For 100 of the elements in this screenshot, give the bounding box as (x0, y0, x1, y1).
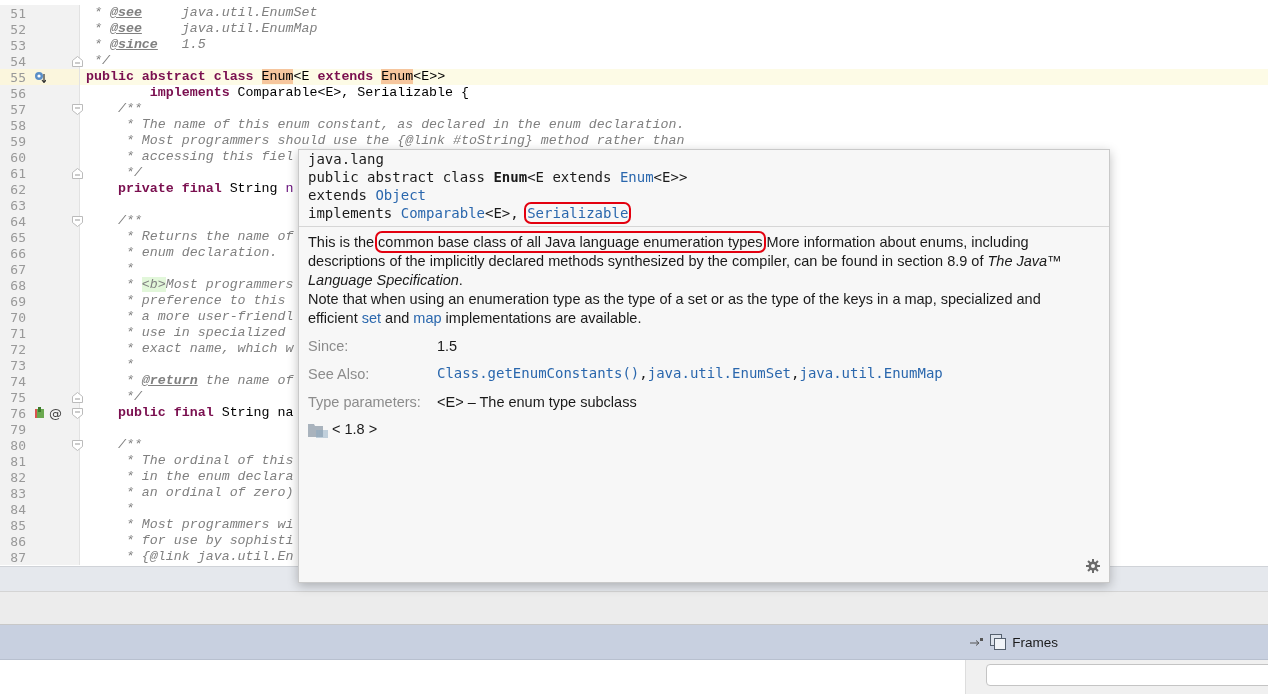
annotation-marker[interactable]: @ (49, 405, 62, 421)
code-line: * <b>Most programmers (124, 277, 294, 293)
field-label: See Also: (308, 365, 371, 384)
code-line: */ (124, 389, 142, 405)
fold-icon[interactable] (72, 104, 83, 115)
doc-link[interactable]: Object (375, 187, 426, 203)
line-number: 66 (9, 245, 26, 261)
doc-link[interactable]: Enum (619, 169, 654, 185)
line-number: 56 (9, 85, 26, 101)
line-number: 75 (9, 389, 26, 405)
code-line: * @since 1.5 (92, 37, 206, 53)
code-line: * The name of this enum constant, as declared in the enum declaration. (124, 117, 685, 133)
code-line: */ (124, 165, 142, 181)
doc-link[interactable]: java.util.EnumSet, (647, 365, 800, 384)
fold-icon[interactable] (72, 168, 83, 179)
panel-title: Frames (1012, 634, 1058, 650)
line-number: 74 (9, 373, 26, 389)
line-number: 84 (9, 501, 26, 517)
line-number: 76 (9, 405, 26, 421)
frames-icon[interactable] (990, 634, 1007, 650)
signature-line: extends Object (308, 186, 426, 204)
doc-link[interactable]: map (413, 310, 442, 326)
line-number: 61 (9, 165, 26, 181)
line-number: 52 (9, 21, 26, 37)
line-number: 68 (9, 277, 26, 293)
doc-link[interactable]: Serializable (527, 205, 629, 221)
code-line: * (124, 261, 134, 277)
fold-icon[interactable] (72, 392, 83, 403)
code-line: * enum declaration. (124, 245, 278, 261)
settings-icon[interactable] (1086, 559, 1100, 573)
doc-link[interactable]: Comparable (400, 205, 485, 221)
library-icon (308, 421, 328, 438)
line-number: 55 (9, 69, 26, 85)
line-number: 67 (9, 261, 26, 277)
line-number: 69 (9, 293, 26, 309)
fold-icon[interactable] (72, 440, 83, 451)
library-version: < 1.8 > (332, 420, 378, 439)
code-line: /** (116, 213, 142, 229)
implemented-method-icon[interactable] (34, 407, 45, 419)
line-number: 62 (9, 181, 26, 197)
line-number: 81 (9, 453, 26, 469)
code-line: * accessing this fiel (124, 149, 294, 165)
code-line: private final String n (116, 181, 294, 197)
code-line: * (124, 501, 134, 517)
code-line: * {@link java.util.En (124, 549, 294, 565)
code-line: * Most programmers wi (124, 517, 294, 533)
code-line: * an ordinal of zero) (124, 485, 294, 501)
code-line: * @see java.util.EnumSet (92, 5, 318, 21)
code-line: public final String na (116, 405, 294, 421)
line-number: 58 (9, 117, 26, 133)
line-number: 73 (9, 357, 26, 373)
field-value: 1.5 (437, 337, 458, 356)
line-number: 65 (9, 229, 26, 245)
field-label: Type parameters: (308, 393, 422, 412)
line-number: 72 (9, 341, 26, 357)
fold-icon[interactable] (72, 408, 83, 419)
code-line: * @see java.util.EnumMap (92, 21, 318, 37)
fold-icon[interactable] (72, 56, 83, 67)
search-field[interactable] (986, 664, 1268, 686)
line-number: 64 (9, 213, 26, 229)
overriding-method-icon[interactable] (34, 71, 46, 83)
signature-line: implements Comparable<E>, Serializable (308, 204, 629, 222)
code-line: * Most programmers should use the {@link #toString} method rather than (124, 133, 685, 149)
line-number: 53 (9, 37, 26, 53)
code-line: * Returns the name of (124, 229, 294, 245)
line-number: 70 (9, 309, 26, 325)
code-line: * preference to this (124, 293, 286, 309)
line-number: 85 (9, 517, 26, 533)
description-paragraph: This is the common base class of all Java language enumeration types More information about enums, including descriptions of the implicitly declared methods synthesized by the compiler, can be found in section 8.9 of The Java™ Language Specification. (308, 233, 1088, 290)
code-line: /** (116, 101, 142, 117)
line-number: 51 (9, 5, 26, 21)
field-value: <E> – The enum type subclass (437, 393, 637, 412)
code-line: * The ordinal of this (124, 453, 294, 469)
line-number: 71 (9, 325, 26, 341)
code-line: * a more user-friendl (124, 309, 294, 325)
line-number: 54 (9, 53, 26, 69)
line-number: 87 (9, 549, 26, 565)
code-line: /** (116, 437, 142, 453)
line-number: 80 (9, 437, 26, 453)
pin-icon[interactable] (970, 637, 985, 647)
doc-link[interactable]: set (361, 310, 382, 326)
code-line: * in the enum declara (124, 469, 294, 485)
code-line: * use in specialized (124, 325, 286, 341)
line-number: 60 (9, 149, 26, 165)
line-number: 83 (9, 485, 26, 501)
code-line: implements Comparable<E>, Serializable { (148, 85, 469, 101)
annotation-highlight: common base class of all Java language enumeration types (378, 234, 763, 250)
field-label: Since: (308, 337, 350, 356)
code-line: */ (92, 53, 110, 69)
line-number: 63 (9, 197, 26, 213)
signature-line: public abstract class Enum<E extends Enum<E>> (308, 168, 688, 186)
fold-icon[interactable] (72, 216, 83, 227)
line-number: 79 (9, 421, 26, 437)
doc-link[interactable]: java.util.EnumMap (799, 365, 943, 384)
code-line: * exact name, which w (124, 341, 294, 357)
doc-link[interactable]: Class.getEnumConstants(), (437, 365, 648, 384)
code-line: public abstract class Enum<E extends Enum<E>> (85, 69, 446, 85)
code-line: * (124, 357, 134, 373)
description-paragraph: Note that when using an enumeration type as the type of a set or as the type of the keys in a map, specialized and efficient set and map implementations are available. (308, 290, 1042, 328)
code-line: * for use by sophisti (124, 533, 294, 549)
